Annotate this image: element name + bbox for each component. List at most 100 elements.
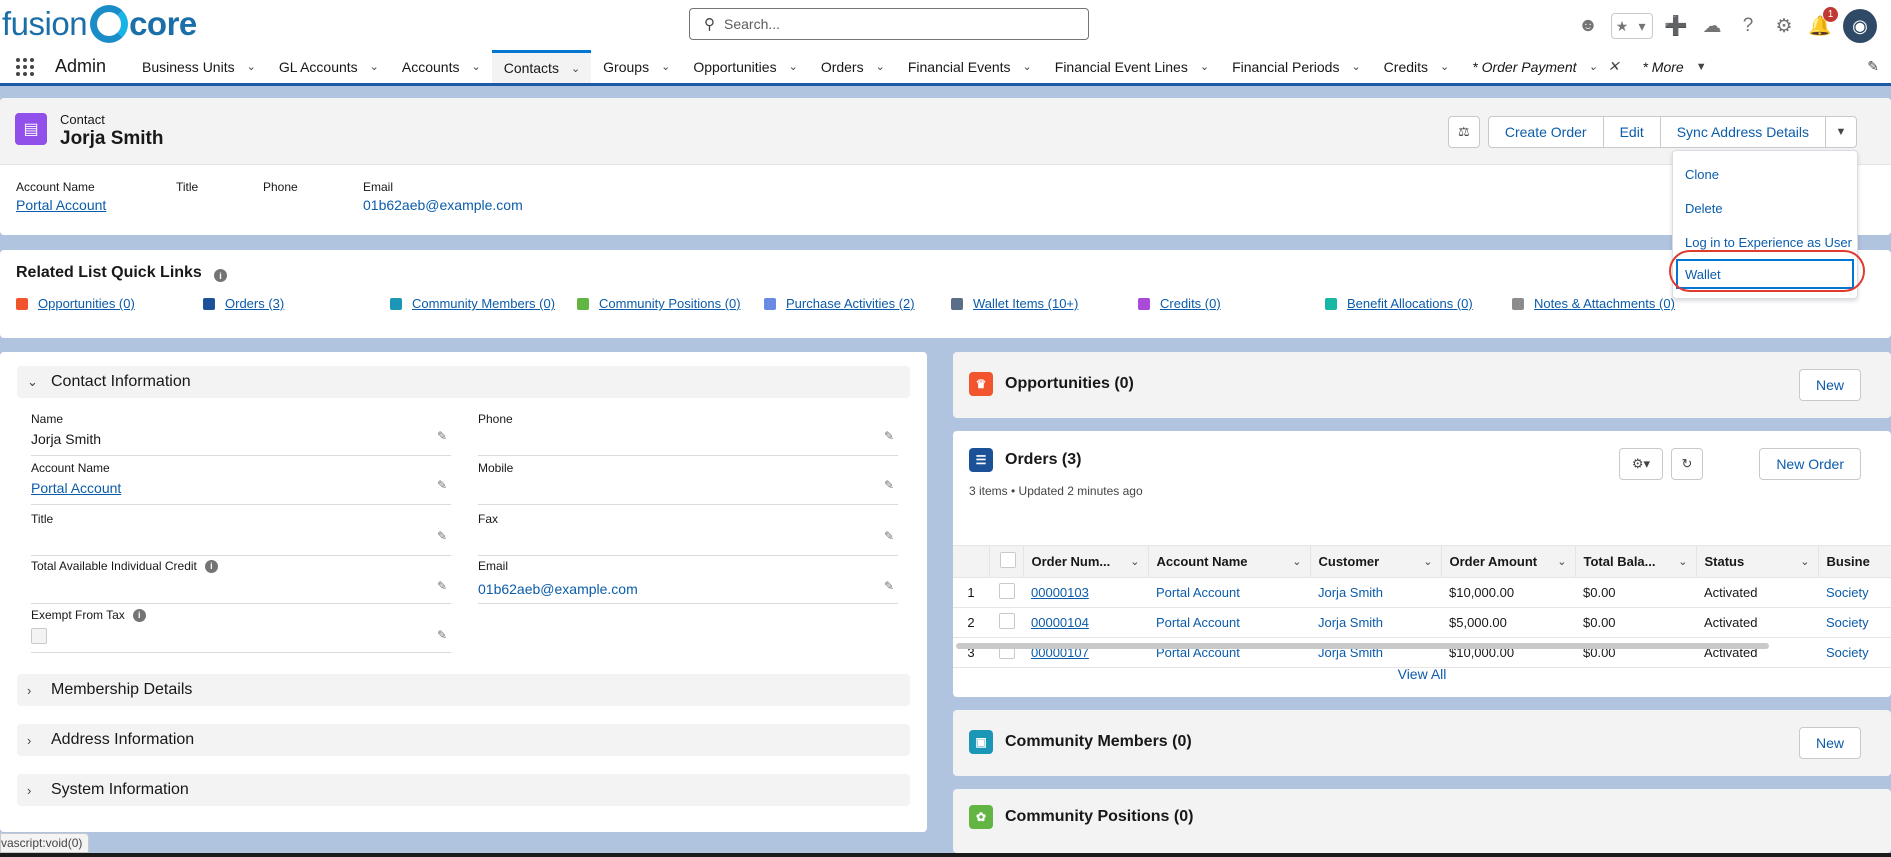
- nav-tab-opportunities[interactable]: Opportunities ⌄: [681, 50, 809, 83]
- row-checkbox[interactable]: [999, 583, 1015, 599]
- column-header-status[interactable]: Status ⌄: [1696, 545, 1819, 578]
- chevron-down-icon[interactable]: ⌄: [1130, 555, 1139, 568]
- edit-pencil-icon[interactable]: ✎: [437, 579, 447, 593]
- favorites-dropdown-icon[interactable]: ▾: [1632, 14, 1652, 38]
- chevron-down-icon[interactable]: ⌄: [1557, 555, 1566, 568]
- app-launcher-icon[interactable]: [14, 56, 36, 78]
- quick-link-community-members[interactable]: Community Members (0): [390, 296, 555, 311]
- quick-link-notes-attachments[interactable]: Notes & Attachments (0): [1512, 296, 1675, 311]
- chevron-down-icon[interactable]: ⌄: [571, 62, 580, 75]
- astro-icon[interactable]: ☻: [1575, 13, 1601, 39]
- edit-pencil-icon[interactable]: ✎: [884, 579, 894, 593]
- section-address-information[interactable]: › Address Information: [17, 724, 910, 756]
- view-all-link[interactable]: View All: [953, 666, 1891, 682]
- chevron-down-icon[interactable]: ⌄: [471, 60, 480, 73]
- new-opportunity-button[interactable]: New: [1798, 369, 1861, 401]
- order-number-link[interactable]: 00000104: [1031, 615, 1089, 630]
- chevron-down-icon[interactable]: ⌄: [1351, 60, 1360, 73]
- chevron-down-icon[interactable]: ⌄: [1023, 60, 1032, 73]
- hierarchy-button[interactable]: ⚖: [1447, 116, 1480, 148]
- email-link[interactable]: 01b62aeb@example.com: [478, 581, 638, 597]
- business-unit-link[interactable]: Society: [1826, 645, 1869, 660]
- chevron-down-icon[interactable]: ⌄: [1800, 555, 1809, 568]
- section-contact-information[interactable]: ⌄ Contact Information: [17, 366, 910, 398]
- card-title[interactable]: Community Positions (0): [1005, 808, 1193, 826]
- nav-tab-financial-event-lines[interactable]: Financial Event Lines ⌄: [1043, 50, 1220, 83]
- list-settings-button[interactable]: ⚙▾: [1619, 448, 1663, 480]
- info-icon[interactable]: i: [214, 269, 227, 282]
- nav-tab-more[interactable]: * More ▼: [1630, 50, 1717, 83]
- setup-gear-icon[interactable]: ⚙: [1771, 13, 1797, 39]
- column-header-order-amount[interactable]: Order Amount ⌄: [1441, 545, 1576, 578]
- select-all-checkbox[interactable]: [999, 552, 1016, 568]
- sync-address-details-button[interactable]: Sync Address Details: [1659, 116, 1826, 148]
- info-icon[interactable]: i: [132, 608, 146, 622]
- column-header-business[interactable]: Busine: [1818, 545, 1891, 578]
- email-link[interactable]: 01b62aeb@example.com: [363, 197, 523, 213]
- card-title[interactable]: Opportunities (0): [1005, 375, 1134, 393]
- edit-pencil-icon[interactable]: ✎: [437, 429, 447, 443]
- nav-tab-orders[interactable]: Orders ⌄: [809, 50, 896, 83]
- column-header-total-balance[interactable]: Total Bala... ⌄: [1575, 545, 1697, 578]
- column-header-order-number[interactable]: Order Num... ⌄: [1023, 545, 1149, 578]
- close-tab-icon[interactable]: ✕: [1608, 58, 1620, 75]
- edit-pencil-icon[interactable]: ✎: [437, 529, 447, 543]
- edit-pencil-icon[interactable]: ✎: [884, 429, 894, 443]
- quick-link-benefit-allocations[interactable]: Benefit Allocations (0): [1325, 296, 1473, 311]
- new-community-member-button[interactable]: New: [1798, 727, 1861, 759]
- card-title[interactable]: Orders (3): [1005, 451, 1081, 469]
- chevron-down-icon[interactable]: ⌄: [247, 60, 256, 73]
- quick-link-opportunities[interactable]: Opportunities (0): [16, 296, 135, 311]
- edit-pencil-icon[interactable]: ✎: [437, 478, 447, 492]
- horizontal-scrollbar[interactable]: [956, 643, 1769, 649]
- column-header-customer[interactable]: Customer ⌄: [1310, 545, 1442, 578]
- customer-link[interactable]: Jorja Smith: [1318, 615, 1383, 630]
- nav-tab-business-units[interactable]: Business Units ⌄: [130, 50, 267, 83]
- notifications-bell-icon[interactable]: 🔔 1: [1807, 7, 1838, 39]
- quick-link-wallet-items[interactable]: Wallet Items (10+): [951, 296, 1078, 311]
- chevron-down-icon[interactable]: ⌄: [1292, 555, 1301, 568]
- row-checkbox[interactable]: [999, 613, 1015, 629]
- nav-tab-accounts[interactable]: Accounts ⌄: [390, 50, 492, 83]
- card-title[interactable]: Community Members (0): [1005, 733, 1192, 751]
- menu-item-clone[interactable]: Clone: [1673, 157, 1857, 191]
- nav-tab-gl-accounts[interactable]: GL Accounts ⌄: [267, 50, 390, 83]
- chevron-down-icon[interactable]: ⌄: [661, 60, 670, 73]
- column-header-account-name[interactable]: Account Name ⌄: [1148, 545, 1311, 578]
- edit-pencil-icon[interactable]: ✎: [884, 478, 894, 492]
- menu-item-delete[interactable]: Delete: [1673, 191, 1857, 225]
- chevron-down-icon[interactable]: ⌄: [1440, 60, 1449, 73]
- quick-link-community-positions[interactable]: Community Positions (0): [577, 296, 741, 311]
- refresh-button[interactable]: ↻: [1671, 448, 1703, 480]
- chevron-down-icon[interactable]: ⌄: [1678, 555, 1687, 568]
- edit-button[interactable]: Edit: [1602, 116, 1661, 148]
- global-search-input[interactable]: ⚲ Search...: [689, 8, 1089, 40]
- quick-link-orders[interactable]: Orders (3): [203, 296, 284, 311]
- help-icon[interactable]: ?: [1735, 13, 1761, 39]
- chevron-down-icon[interactable]: ⌄: [1423, 555, 1432, 568]
- account-name-link[interactable]: Portal Account: [31, 480, 121, 496]
- trailhead-icon[interactable]: ☁: [1699, 13, 1725, 39]
- section-system-information[interactable]: › System Information: [17, 774, 910, 806]
- chevron-down-icon[interactable]: ⌄: [876, 60, 885, 73]
- edit-pencil-icon[interactable]: ✎: [437, 628, 447, 642]
- edit-nav-pencil-icon[interactable]: ✎: [1867, 58, 1879, 75]
- global-actions-add-icon[interactable]: ➕: [1663, 13, 1689, 39]
- new-order-button[interactable]: New Order: [1759, 448, 1861, 480]
- user-avatar[interactable]: ◉: [1843, 9, 1877, 43]
- info-icon[interactable]: i: [204, 559, 218, 573]
- caret-down-icon[interactable]: ▼: [1696, 61, 1707, 73]
- nav-tab-financial-periods[interactable]: Financial Periods ⌄: [1220, 50, 1372, 83]
- quick-link-credits[interactable]: Credits (0): [1138, 296, 1221, 311]
- quick-link-purchase-activities[interactable]: Purchase Activities (2): [764, 296, 915, 311]
- edit-pencil-icon[interactable]: ✎: [884, 529, 894, 543]
- nav-tab-order-payment[interactable]: * Order Payment ⌄ ✕: [1460, 50, 1630, 83]
- create-order-button[interactable]: Create Order: [1487, 116, 1604, 148]
- account-name-link[interactable]: Portal Account: [1156, 585, 1240, 600]
- chevron-down-icon[interactable]: ⌄: [1589, 60, 1598, 73]
- account-name-link[interactable]: Portal Account: [1156, 615, 1240, 630]
- order-number-link[interactable]: 00000103: [1031, 585, 1089, 600]
- section-membership-details[interactable]: › Membership Details: [17, 674, 910, 706]
- chevron-down-icon[interactable]: ⌄: [789, 60, 798, 73]
- customer-link[interactable]: Jorja Smith: [1318, 585, 1383, 600]
